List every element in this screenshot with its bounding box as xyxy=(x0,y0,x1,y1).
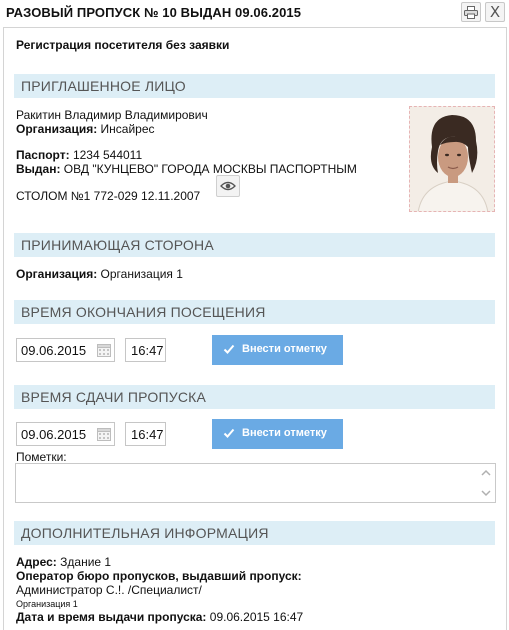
calendar-icon[interactable] xyxy=(97,343,111,357)
close-icon: X xyxy=(489,2,501,21)
label: Оператор бюро пропусков, выдавший пропус… xyxy=(16,569,302,583)
eye-icon xyxy=(220,181,236,191)
check-icon xyxy=(223,344,235,354)
issue-datetime: Дата и время выдачи пропуска: 09.06.2015… xyxy=(16,610,303,624)
pass-return-date-input[interactable]: 09.06.2015 xyxy=(16,422,115,446)
date-value: 09.06.2015 xyxy=(21,427,87,442)
section-visit-end: ВРЕМЯ ОКОНЧАНИЯ ПОСЕЩЕНИЯ xyxy=(14,300,495,324)
value: 1234 544011 xyxy=(72,148,143,162)
visit-end-mark-button[interactable]: Внести отметку xyxy=(212,335,343,365)
window-title: РАЗОВЫЙ ПРОПУСК № 10 ВЫДАН 09.06.2015 xyxy=(6,5,302,20)
scroll-down-icon[interactable] xyxy=(480,487,492,499)
visitor-name: Ракитин Владимир Владимирович xyxy=(16,108,208,122)
button-label: Внести отметку xyxy=(242,343,327,355)
time-value: 16:47 xyxy=(131,427,164,442)
pass-return-mark-button[interactable]: Внести отметку xyxy=(212,419,343,449)
visitor-photo xyxy=(409,106,495,212)
host-organization: Организация: Организация 1 xyxy=(16,267,183,281)
date-value: 09.06.2015 xyxy=(21,343,87,358)
section-title: ВРЕМЯ ОКОНЧАНИЯ ПОСЕЩЕНИЯ xyxy=(21,304,266,320)
pass-panel: Регистрация посетителя без заявки ПРИГЛА… xyxy=(3,27,507,630)
operator-value: Администратор С.!. /Специалист/ xyxy=(16,583,202,597)
value: Организация 1 xyxy=(100,267,183,281)
button-label: Внести отметку xyxy=(242,427,327,439)
label: Выдан: xyxy=(16,162,61,176)
label: Организация: xyxy=(16,122,98,136)
value: 09.06.2015 16:47 xyxy=(209,610,304,624)
visitor-organization: Организация: Инсайрес xyxy=(16,122,155,136)
label: Дата и время выдачи пропуска: xyxy=(16,610,207,624)
window-header: РАЗОВЫЙ ПРОПУСК № 10 ВЫДАН 09.06.2015 X xyxy=(0,0,509,26)
section-title: ПРИНИМАЮЩАЯ СТОРОНА xyxy=(21,237,214,253)
value: ОВД "КУНЦЕВО" ГОРОДА МОСКВЫ ПАСПОРТНЫМ xyxy=(63,162,357,176)
label: Адрес: xyxy=(16,555,57,569)
section-title: ПРИГЛАШЕННОЕ ЛИЦО xyxy=(21,78,186,94)
visitor-passport-issued-cont: СТОЛОМ №1 772-029 12.11.2007 xyxy=(16,189,201,203)
printer-icon xyxy=(464,5,478,19)
operator-label: Оператор бюро пропусков, выдавший пропус… xyxy=(16,569,302,583)
visit-end-time-input[interactable]: 16:47 xyxy=(125,338,166,362)
address-line: Адрес: Здание 1 xyxy=(16,555,111,569)
operator-organization: Организация 1 xyxy=(16,599,78,609)
print-button[interactable] xyxy=(461,2,481,22)
visitor-passport: Паспорт: 1234 544011 xyxy=(16,148,142,162)
visit-end-date-input[interactable]: 09.06.2015 xyxy=(16,338,115,362)
check-icon xyxy=(223,428,235,438)
scroll-up-icon[interactable] xyxy=(480,467,492,479)
show-passport-button[interactable] xyxy=(216,175,240,197)
pass-return-time-input[interactable]: 16:47 xyxy=(125,422,166,446)
label: Организация: xyxy=(16,267,98,281)
notes-textarea[interactable] xyxy=(15,463,496,503)
value: Инсайрес xyxy=(100,122,155,136)
calendar-icon[interactable] xyxy=(97,427,111,441)
notes-label: Пометки: xyxy=(16,450,67,464)
value: Здание 1 xyxy=(60,555,112,569)
section-additional-info: ДОПОЛНИТЕЛЬНАЯ ИНФОРМАЦИЯ xyxy=(14,521,495,545)
section-pass-return: ВРЕМЯ СДАЧИ ПРОПУСКА xyxy=(14,385,495,409)
label: Паспорт: xyxy=(16,148,70,162)
time-value: 16:47 xyxy=(131,343,164,358)
section-title: ДОПОЛНИТЕЛЬНАЯ ИНФОРМАЦИЯ xyxy=(21,525,269,541)
section-host: ПРИНИМАЮЩАЯ СТОРОНА xyxy=(14,233,495,257)
close-button[interactable]: X xyxy=(485,2,505,22)
section-invited-person: ПРИГЛАШЕННОЕ ЛИЦО xyxy=(14,74,495,98)
page-subtitle: Регистрация посетителя без заявки xyxy=(16,38,230,52)
section-title: ВРЕМЯ СДАЧИ ПРОПУСКА xyxy=(21,389,207,405)
visitor-passport-issued: Выдан: ОВД "КУНЦЕВО" ГОРОДА МОСКВЫ ПАСПО… xyxy=(16,162,357,176)
